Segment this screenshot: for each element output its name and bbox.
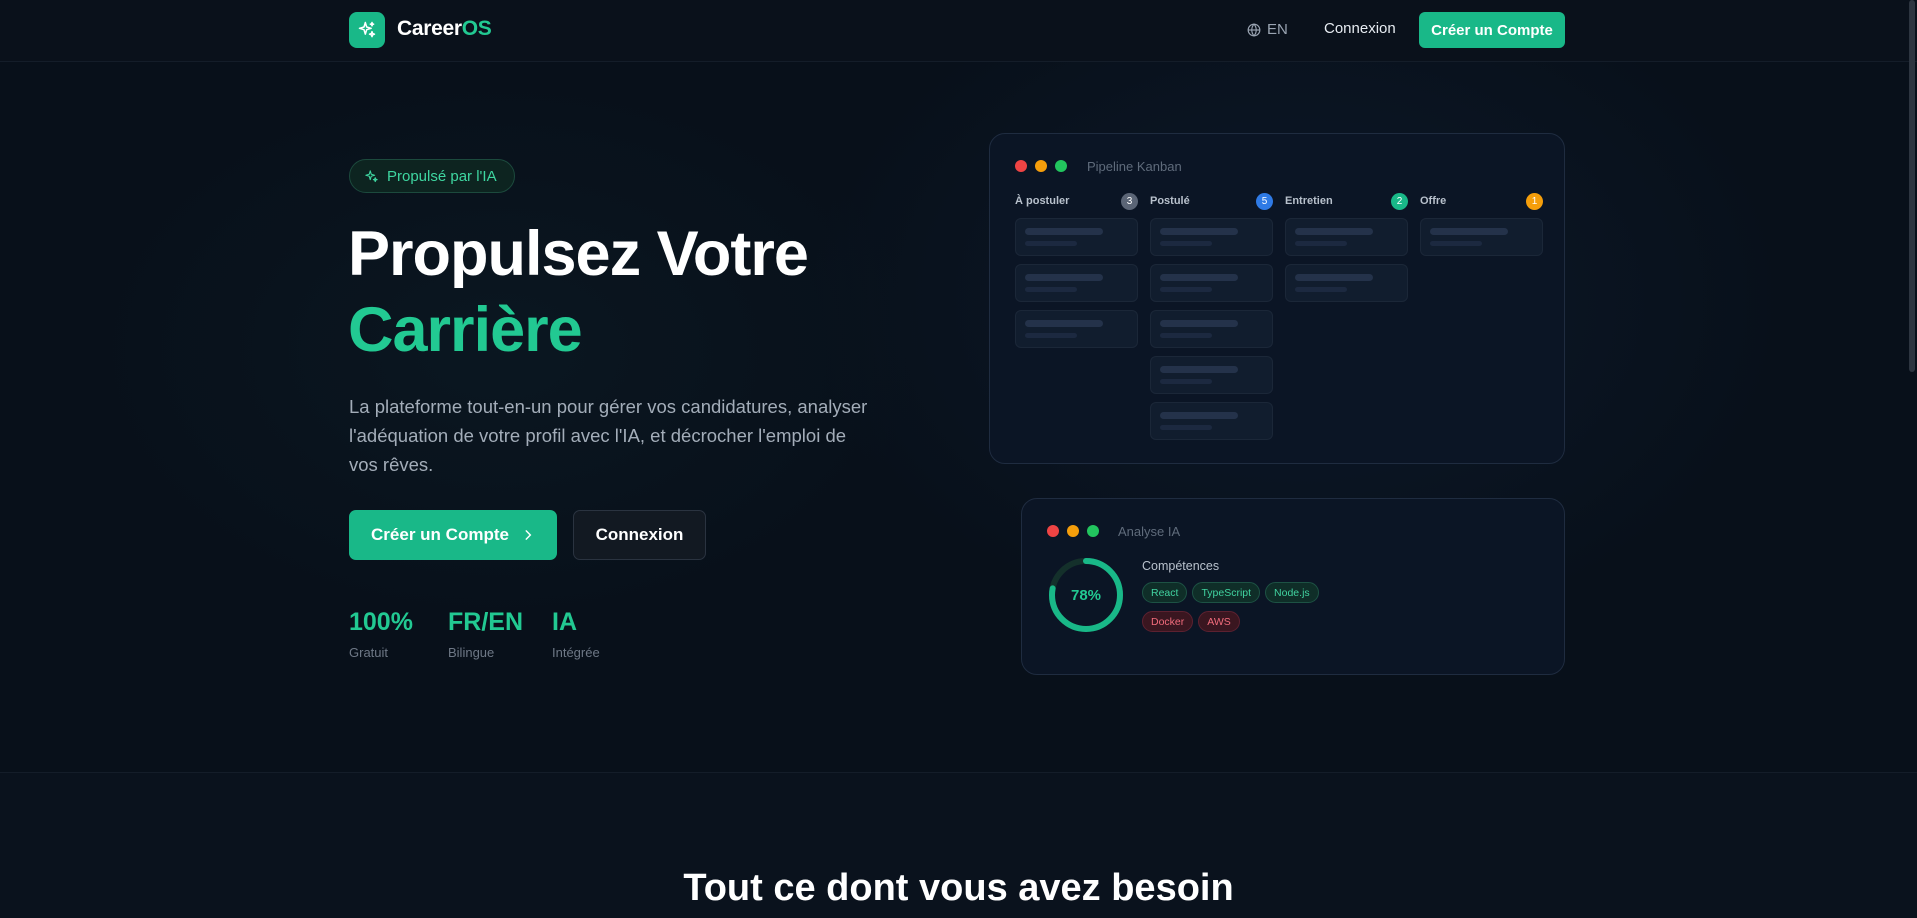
hero-signup-button[interactable]: Créer un Compte xyxy=(349,510,557,560)
kanban-column-applied: Postulé 5 xyxy=(1150,192,1273,440)
yellow-dot-icon xyxy=(1035,160,1047,172)
hero-title-line1: Propulsez Votre xyxy=(348,219,809,289)
sparkles-icon xyxy=(365,169,378,182)
column-header: Offre 1 xyxy=(1420,192,1543,210)
column-name: À postuler xyxy=(1015,195,1070,207)
stat-value: IA xyxy=(552,608,577,636)
stat-ai: IA Intégrée xyxy=(552,608,600,660)
score-value: 78% xyxy=(1070,586,1102,604)
stat-value: FR/EN xyxy=(448,608,523,636)
ai-badge: Propulsé par l'IA xyxy=(349,159,515,193)
column-header: Postulé 5 xyxy=(1150,192,1273,210)
skills-title: Compétences xyxy=(1142,559,1220,573)
globe-icon xyxy=(1247,22,1261,37)
window-dots xyxy=(1015,160,1067,172)
column-count: 5 xyxy=(1256,192,1273,210)
stat-value: 100% xyxy=(349,608,413,636)
kanban-card xyxy=(1015,264,1138,302)
kanban-card xyxy=(1150,356,1273,394)
window-dots xyxy=(1047,525,1099,537)
language-label: EN xyxy=(1267,21,1288,38)
yellow-dot-icon xyxy=(1067,525,1079,537)
column-name: Entretien xyxy=(1285,195,1333,207)
matched-skills: React TypeScript Node.js xyxy=(1142,582,1319,603)
kanban-card xyxy=(1150,310,1273,348)
column-count: 2 xyxy=(1391,192,1408,210)
brand-accent: OS xyxy=(461,17,492,40)
kanban-title: Pipeline Kanban xyxy=(1087,159,1182,174)
kanban-preview-card: Pipeline Kanban À postuler 3 Postulé 5 E… xyxy=(989,133,1565,464)
green-dot-icon xyxy=(1055,160,1067,172)
hero-description: La plateforme tout-en-un pour gérer vos … xyxy=(349,396,868,475)
top-nav: CareerOS EN Connexion Créer un Compte xyxy=(0,0,1917,62)
stat-bilingual: FR/EN Bilingue xyxy=(448,608,523,660)
kanban-card xyxy=(1150,402,1273,440)
stat-label: Intégrée xyxy=(552,645,600,660)
missing-skill-chip: AWS xyxy=(1198,611,1240,632)
kanban-card xyxy=(1420,218,1543,256)
badge-label: Propulsé par l'IA xyxy=(387,167,497,185)
kanban-card xyxy=(1150,218,1273,256)
column-header: Entretien 2 xyxy=(1285,192,1408,210)
kanban-card xyxy=(1285,264,1408,302)
kanban-card xyxy=(1285,218,1408,256)
stat-label: Bilingue xyxy=(448,645,495,660)
kanban-column-offer: Offre 1 xyxy=(1420,192,1543,256)
column-header: À postuler 3 xyxy=(1015,192,1138,210)
skill-chip: TypeScript xyxy=(1192,582,1261,603)
red-dot-icon xyxy=(1047,525,1059,537)
missing-skills: Docker AWS xyxy=(1142,611,1240,632)
brand-name[interactable]: CareerOS xyxy=(397,17,492,41)
column-count: 3 xyxy=(1121,192,1138,210)
kanban-card xyxy=(1150,264,1273,302)
nav-signup-button[interactable]: Créer un Compte xyxy=(1419,12,1565,48)
green-dot-icon xyxy=(1087,525,1099,537)
analysis-title: Analyse IA xyxy=(1118,524,1181,539)
analysis-preview-card: Analyse IA 78% Compétences React TypeScr… xyxy=(1021,498,1565,675)
hero-signup-label: Créer un Compte xyxy=(371,525,509,544)
column-name: Offre xyxy=(1420,195,1447,207)
page: CareerOS EN Connexion Créer un Compte Pr… xyxy=(0,0,1917,918)
chevron-right-icon xyxy=(525,530,532,540)
hero-title-line2: Carrière xyxy=(348,295,583,365)
kanban-column-todo: À postuler 3 xyxy=(1015,192,1138,348)
red-dot-icon xyxy=(1015,160,1027,172)
brand-main: Career xyxy=(397,17,462,40)
language-switcher[interactable]: EN xyxy=(1247,21,1288,38)
column-name: Postulé xyxy=(1150,195,1190,207)
stat-label: Gratuit xyxy=(349,645,389,660)
hero-login-button[interactable]: Connexion xyxy=(573,510,706,560)
column-count: 1 xyxy=(1526,192,1543,210)
kanban-card xyxy=(1015,218,1138,256)
kanban-column-interview: Entretien 2 xyxy=(1285,192,1408,302)
scrollbar[interactable] xyxy=(1909,0,1915,372)
skill-chip: React xyxy=(1142,582,1188,603)
features-title: Tout ce dont vous avez besoin xyxy=(683,867,1234,909)
stat-free: 100% Gratuit xyxy=(349,608,413,660)
nav-login-link[interactable]: Connexion xyxy=(1324,20,1396,37)
logo-icon[interactable] xyxy=(349,12,385,48)
kanban-card xyxy=(1015,310,1138,348)
skill-chip: Node.js xyxy=(1265,582,1319,603)
missing-skill-chip: Docker xyxy=(1142,611,1194,632)
